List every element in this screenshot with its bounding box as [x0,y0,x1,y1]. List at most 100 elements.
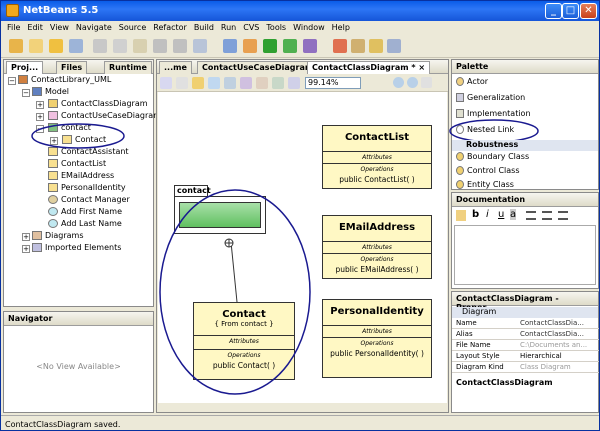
expand-toggle[interactable]: − [22,89,30,97]
report-icon[interactable] [351,39,365,53]
palette-header: Palette [452,60,598,74]
zoom-in-icon[interactable] [393,77,404,88]
build-icon[interactable] [223,39,237,53]
palette-item-actor[interactable]: Actor [456,75,488,89]
expand-toggle[interactable]: + [36,113,44,121]
orthogonal-icon[interactable] [272,77,284,89]
expand-toggle[interactable]: + [22,233,30,241]
undo-icon[interactable] [153,39,167,53]
close-button[interactable]: ✕ [580,3,597,19]
property-row[interactable]: Alias ContactClassDia... [452,329,599,340]
property-group-diagram[interactable]: Diagram [452,307,598,318]
font-color-button[interactable]: a [510,209,517,220]
actor-icon [456,77,464,86]
menu-file[interactable]: File [4,21,23,36]
palette-item-boundary[interactable]: Boundary Class [456,150,529,164]
copy-icon[interactable] [113,39,127,53]
navigator-header: Navigator [4,312,153,326]
tree-item[interactable]: Diagrams [32,230,84,242]
diagram-icon[interactable] [333,39,347,53]
pan-icon[interactable] [176,77,188,89]
overview-icon[interactable] [240,77,252,89]
menu-source[interactable]: Source [116,21,149,36]
menu-tools[interactable]: Tools [263,21,289,36]
profile-icon[interactable] [303,39,317,53]
align-left-icon[interactable] [526,211,536,220]
menu-window[interactable]: Window [290,21,328,36]
zoom-out-icon[interactable] [407,77,418,88]
boundary-icon [456,152,464,161]
bold-button[interactable]: b [472,209,479,220]
class-diagram-icon [48,99,58,108]
palette-item-generalization[interactable]: Generalization [456,91,525,105]
paste-icon[interactable] [456,210,466,221]
title-bar[interactable]: NetBeans 5.5 _ □ ✕ [1,1,599,21]
underline-button[interactable]: u [498,209,504,220]
select-icon[interactable] [160,77,172,89]
diagram-canvas[interactable]: contact ContactList Attributes Operation… [158,92,447,403]
open-project-icon[interactable] [49,39,63,53]
property-row[interactable]: Layout Style Hierarchical [452,351,599,362]
tree-item[interactable]: ContactList [48,158,106,170]
run-icon[interactable] [263,39,277,53]
tree-item[interactable]: Contact Manager [48,194,130,206]
menu-help[interactable]: Help [329,21,353,36]
zoom-interactive-icon[interactable] [208,77,220,89]
align-center-icon[interactable] [542,211,552,220]
settings-icon[interactable] [421,77,432,88]
new-project-icon[interactable] [9,39,23,53]
redo-icon[interactable] [173,39,187,53]
menu-build[interactable]: Build [191,21,217,36]
search-model-icon[interactable] [387,39,401,53]
expand-toggle[interactable]: − [8,77,16,85]
diagram-toolbar: 99.14% [157,75,448,92]
tree-item[interactable]: ContactClassDiagram [48,98,148,110]
zoom-combo[interactable]: 99.14% [305,77,361,89]
property-row[interactable]: Name ContactClassDia... [452,318,599,329]
clean-build-icon[interactable] [243,39,257,53]
hand-icon[interactable] [192,77,204,89]
tab-runtime[interactable]: Runtime [104,61,152,74]
palette-item-entity[interactable]: Entity Class [456,178,514,192]
tree-item[interactable]: Add Last Name [48,218,122,230]
menu-edit[interactable]: Edit [24,21,46,36]
maximize-button[interactable]: □ [562,3,579,19]
italic-button[interactable]: i [486,209,489,220]
property-row[interactable]: File Name C:\Documents an... [452,340,599,351]
model-icon[interactable] [369,39,383,53]
tree-item[interactable]: Imported Elements [32,242,121,254]
minimize-button[interactable]: _ [545,3,562,19]
paste-icon[interactable] [133,39,147,53]
menu-view[interactable]: View [47,21,72,36]
tree-item[interactable]: ContactLibrary_UML [18,74,111,86]
layout-icon[interactable] [256,77,268,89]
menu-navigate[interactable]: Navigate [73,21,115,36]
tab-class-diagram[interactable]: ContactClassDiagram * × [307,61,431,74]
tab-files[interactable]: Files [56,61,88,74]
control-icon [456,166,464,175]
property-row[interactable]: Diagram Kind Class Diagram [452,362,599,373]
tree-item[interactable]: PersonalIdentity [48,182,126,194]
fit-icon[interactable] [288,77,300,89]
documentation-editor[interactable] [454,225,596,285]
align-right-icon[interactable] [558,211,568,220]
new-file-icon[interactable] [29,39,43,53]
menu-refactor[interactable]: Refactor [150,21,190,36]
tab-editor-1[interactable]: ...me [159,61,192,74]
navigate-link-icon[interactable] [224,77,236,89]
tree-item[interactable]: Model [32,86,69,98]
find-icon[interactable] [193,39,207,53]
menu-run[interactable]: Run [218,21,239,36]
tree-item[interactable]: EMailAddress [48,170,114,182]
palette-item-control[interactable]: Control Class [456,164,520,178]
close-tab-icon[interactable]: × [418,63,425,72]
expand-toggle[interactable]: + [22,245,30,253]
menu-cvs[interactable]: CVS [240,21,262,36]
tree-item[interactable]: ContactUseCaseDiagram [48,110,161,122]
cut-icon[interactable] [93,39,107,53]
tab-projects[interactable]: Proj... [6,61,44,74]
debug-icon[interactable] [283,39,297,53]
save-all-icon[interactable] [69,39,83,53]
tree-item[interactable]: Add First Name [48,206,122,218]
expand-toggle[interactable]: + [36,101,44,109]
